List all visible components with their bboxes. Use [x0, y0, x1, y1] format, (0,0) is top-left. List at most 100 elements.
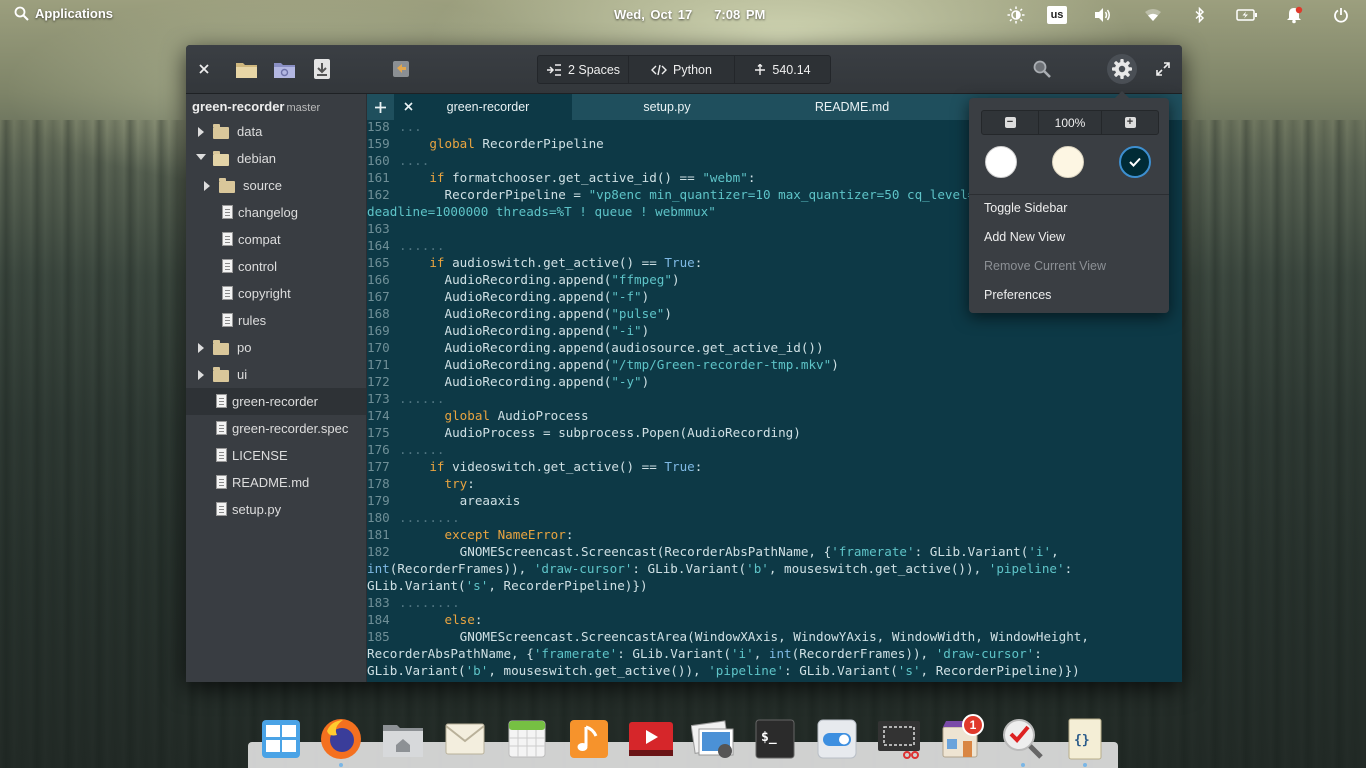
indent-selector[interactable]: 2 Spaces: [538, 56, 629, 83]
zoom-default-button[interactable]: 100%: [1038, 111, 1102, 134]
language-selector[interactable]: Python: [629, 56, 735, 83]
chevron-down-icon[interactable]: [196, 154, 206, 160]
chevron-right-icon[interactable]: [204, 181, 210, 191]
project-header[interactable]: green-recorder master: [192, 99, 320, 114]
open-project-button[interactable]: [272, 57, 296, 81]
wifi-icon[interactable]: [1143, 5, 1163, 25]
line-number: 178: [367, 476, 390, 491]
file-icon: [216, 475, 227, 489]
folder-icon: [213, 124, 229, 139]
code-text: if formatchooser.get_active_id() == "web…: [399, 169, 755, 186]
sidebar-item-setup-py[interactable]: setup.py: [186, 496, 366, 523]
tab-setup-py[interactable]: setup.py: [572, 94, 762, 120]
tab-green-recorder[interactable]: green-recorder: [394, 94, 572, 120]
close-tab-button[interactable]: [404, 100, 413, 114]
new-tab-button[interactable]: [367, 94, 393, 120]
battery-icon[interactable]: [1236, 5, 1258, 25]
sidebar-item-control[interactable]: control: [186, 253, 366, 280]
chevron-right-icon[interactable]: [198, 343, 204, 353]
sidebar-item-ui[interactable]: ui: [186, 361, 366, 388]
plus-icon: +: [1124, 117, 1136, 128]
revert-file-button[interactable]: [389, 57, 413, 81]
dock-system-settings-icon[interactable]: [814, 716, 860, 762]
dock-terminal-icon[interactable]: $_: [752, 716, 798, 762]
dock-multitasking-view-icon[interactable]: [258, 716, 304, 762]
dock-calendar-icon[interactable]: [504, 716, 550, 762]
style-scheme-solarized-dark[interactable]: [1119, 146, 1151, 178]
gear-icon: [1112, 59, 1132, 79]
line-number: 172: [367, 374, 390, 389]
dock-screenshot-icon[interactable]: [876, 716, 922, 762]
style-scheme-high-contrast[interactable]: [985, 146, 1017, 178]
code-text: GNOMEScreencast.ScreencastArea(WindowXAx…: [399, 628, 1089, 645]
sidebar-item-po[interactable]: po: [186, 334, 366, 361]
sidebar-item-compat[interactable]: compat: [186, 226, 366, 253]
sidebar-item-source[interactable]: source: [186, 172, 366, 199]
close-window-button[interactable]: [194, 59, 214, 79]
goto-line-button[interactable]: 540.14: [735, 56, 830, 83]
chevron-right-icon[interactable]: [198, 127, 204, 137]
code-text: GLib.Variant('s', RecorderPipeline)}): [367, 577, 648, 594]
tab-readme[interactable]: README.md: [762, 94, 942, 120]
keyboard-layout-indicator[interactable]: us: [1047, 5, 1067, 25]
menu-button[interactable]: [1107, 54, 1137, 84]
add-new-view-item[interactable]: Add New View: [984, 230, 1065, 244]
search-button[interactable]: [1031, 58, 1053, 80]
dock-tasks-icon[interactable]: [1000, 716, 1046, 762]
dock-mail-icon[interactable]: [442, 716, 488, 762]
dock-videos-icon[interactable]: [628, 716, 674, 762]
preferences-item[interactable]: Preferences: [984, 288, 1051, 302]
dock-music-icon[interactable]: [566, 716, 612, 762]
sidebar-item-license[interactable]: LICENSE: [186, 442, 366, 469]
sidebar-item-label: data: [237, 124, 263, 139]
brightness-icon[interactable]: [1006, 5, 1026, 25]
save-file-button[interactable]: [310, 57, 334, 81]
sidebar-item-rules[interactable]: rules: [186, 307, 366, 334]
sidebar-item-changelog[interactable]: changelog: [186, 199, 366, 226]
svg-text:$_: $_: [761, 730, 777, 745]
code-token: ): [664, 306, 672, 321]
sidebar-item-green-recorder[interactable]: green-recorder: [186, 388, 366, 415]
line-number: 164: [367, 238, 390, 253]
line-number: 177: [367, 459, 390, 474]
style-scheme-solarized-light[interactable]: [1052, 146, 1084, 178]
file-icon: [222, 313, 233, 327]
applications-menu[interactable]: Applications: [14, 6, 113, 21]
toggle-sidebar-item[interactable]: Toggle Sidebar: [984, 201, 1067, 215]
chevron-right-icon[interactable]: [198, 370, 204, 380]
code-token: "-y": [611, 374, 642, 389]
fullscreen-button[interactable]: [1153, 59, 1173, 79]
code-token: :: [467, 476, 475, 491]
dock-files-icon[interactable]: [380, 716, 426, 762]
dock-photos-icon[interactable]: [690, 716, 736, 762]
sidebar-item-data[interactable]: data: [186, 118, 366, 145]
open-file-button[interactable]: [234, 57, 258, 81]
zoom-in-button[interactable]: +: [1102, 111, 1158, 134]
code-token: ,: [1051, 544, 1059, 559]
zoom-out-button[interactable]: −: [982, 111, 1038, 134]
dock-firefox-icon[interactable]: [318, 716, 364, 762]
code-text: global AudioProcess: [399, 407, 589, 424]
sidebar-item-readme-md[interactable]: README.md: [186, 469, 366, 496]
sidebar-item-label: rules: [238, 313, 267, 328]
sidebar-item-label: LICENSE: [232, 448, 288, 463]
sidebar-item-copyright[interactable]: copyright: [186, 280, 366, 307]
notifications-icon[interactable]: [1284, 5, 1304, 25]
code-token: 'pipeline': [708, 663, 785, 678]
dock-code-icon[interactable]: {}: [1062, 716, 1108, 762]
code-token: :: [474, 612, 483, 627]
bluetooth-icon[interactable]: [1190, 5, 1210, 25]
sidebar-item-green-recorder-spec[interactable]: green-recorder.spec: [186, 415, 366, 442]
datetime-indicator[interactable]: Wed, Oct 17 7:08 PM: [614, 7, 765, 22]
volume-icon[interactable]: [1093, 5, 1113, 25]
code-token: :: [694, 459, 703, 474]
project-sidebar: green-recorder master data debian source cha…: [186, 94, 366, 682]
sidebar-item-debian[interactable]: debian: [186, 145, 366, 172]
code-token: ): [641, 374, 650, 389]
time-label: 7:08 PM: [714, 7, 766, 22]
code-token: global: [444, 408, 491, 423]
power-icon[interactable]: [1331, 5, 1351, 25]
code-token: AudioRecording.append(: [399, 374, 612, 389]
